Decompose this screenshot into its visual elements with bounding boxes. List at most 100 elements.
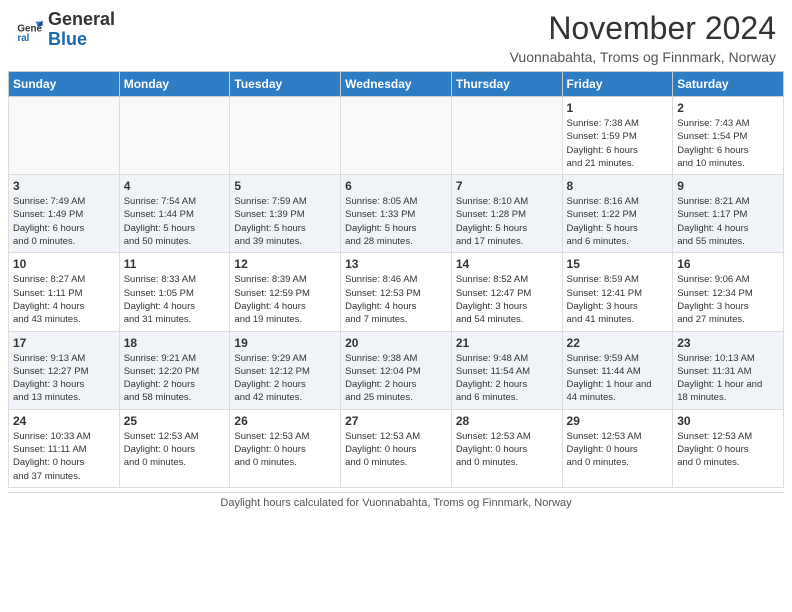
day-info: Sunrise: 8:39 AM Sunset: 12:59 PM Daylig…	[234, 273, 336, 326]
day-info: Sunset: 12:53 AM Daylight: 0 hours and 0…	[345, 430, 447, 470]
day-number: 16	[677, 257, 779, 271]
day-info: Sunset: 12:53 AM Daylight: 0 hours and 0…	[456, 430, 558, 470]
day-info: Sunset: 12:53 AM Daylight: 0 hours and 0…	[677, 430, 779, 470]
day-number: 27	[345, 414, 447, 428]
table-row: 6 Sunrise: 8:05 AM Sunset: 1:33 PM Daylig…	[341, 175, 452, 253]
calendar-week-row: 10Sunrise: 8:27 AM Sunset: 1:11 PM Dayli…	[9, 253, 784, 331]
logo: Gene ral General Blue	[16, 10, 115, 50]
svg-text:ral: ral	[17, 33, 29, 44]
logo-icon: Gene ral	[16, 16, 44, 44]
table-row: 19Sunrise: 9:29 AM Sunset: 12:12 PM Dayl…	[230, 331, 341, 409]
day-info: Sunset: 12:53 AM Daylight: 0 hours and 0…	[567, 430, 669, 470]
table-row: 20 Sunrise: 9:38 AM Sunset: 12:04 PM Dayl…	[341, 331, 452, 409]
day-number: 23	[677, 336, 779, 350]
day-number: 7	[456, 179, 558, 193]
calendar-week-row: 24 Sunrise: 10:33 AM Sunset: 11:11 AM Day…	[9, 409, 784, 487]
table-row: 22 Sunrise: 9:59 AM Sunset: 11:44 AM Dayl…	[562, 331, 673, 409]
day-info: Sunrise: 8:05 AM Sunset: 1:33 PM Dayligh…	[345, 195, 447, 248]
table-row: 8 Sunrise: 8:16 AM Sunset: 1:22 PM Daylig…	[562, 175, 673, 253]
table-row: 21Sunrise: 9:48 AM Sunset: 11:54 AM Dayl…	[451, 331, 562, 409]
col-thursday: Thursday	[451, 72, 562, 97]
day-info: Sunrise: 8:10 AM Sunset: 1:28 PM Dayligh…	[456, 195, 558, 248]
day-info: Sunrise: 10:33 AM Sunset: 11:11 AM Dayli…	[13, 430, 115, 483]
table-row: 3Sunrise: 7:49 AM Sunset: 1:49 PM Daylig…	[9, 175, 120, 253]
calendar-week-row: 3Sunrise: 7:49 AM Sunset: 1:49 PM Daylig…	[9, 175, 784, 253]
table-row: 30 Sunset: 12:53 AM Daylight: 0 hours and…	[673, 409, 784, 487]
footer-note1: Daylight hours calculated for Vuonnabaht…	[220, 497, 571, 509]
day-info: Sunrise: 7:43 AM Sunset: 1:54 PM Dayligh…	[677, 117, 779, 170]
day-number: 17	[13, 336, 115, 350]
day-info: Sunrise: 7:54 AM Sunset: 1:44 PM Dayligh…	[124, 195, 226, 248]
day-number: 3	[13, 179, 115, 193]
page-header: Gene ral General Blue November 2024 Vuon…	[0, 0, 792, 71]
logo-text: General Blue	[48, 10, 115, 50]
table-row: 7 Sunrise: 8:10 AM Sunset: 1:28 PM Daylig…	[451, 175, 562, 253]
day-number: 11	[124, 257, 226, 271]
table-row: 15Sunrise: 8:59 AM Sunset: 12:41 PM Dayl…	[562, 253, 673, 331]
day-number: 10	[13, 257, 115, 271]
table-row	[451, 97, 562, 175]
day-number: 9	[677, 179, 779, 193]
col-wednesday: Wednesday	[341, 72, 452, 97]
table-row: 25Sunset: 12:53 AM Daylight: 0 hours and…	[119, 409, 230, 487]
day-number: 20	[345, 336, 447, 350]
table-row: 29Sunset: 12:53 AM Daylight: 0 hours and…	[562, 409, 673, 487]
day-number: 4	[124, 179, 226, 193]
day-number: 6	[345, 179, 447, 193]
table-row	[9, 97, 120, 175]
table-row: 16 Sunrise: 9:06 AM Sunset: 12:34 PM Dayl…	[673, 253, 784, 331]
title-block: November 2024 Vuonnabahta, Troms og Finn…	[510, 10, 776, 65]
day-info: Sunrise: 8:46 AM Sunset: 12:53 PM Daylig…	[345, 273, 447, 326]
table-row: 5 Sunrise: 7:59 AM Sunset: 1:39 PM Daylig…	[230, 175, 341, 253]
day-info: Sunrise: 9:13 AM Sunset: 12:27 PM Daylig…	[13, 352, 115, 405]
day-number: 24	[13, 414, 115, 428]
table-row: 12 Sunrise: 8:39 AM Sunset: 12:59 PM Dayl…	[230, 253, 341, 331]
day-number: 22	[567, 336, 669, 350]
day-number: 1	[567, 101, 669, 115]
day-info: Sunrise: 8:52 AM Sunset: 12:47 PM Daylig…	[456, 273, 558, 326]
col-sunday: Sunday	[9, 72, 120, 97]
calendar-header-row: Sunday Monday Tuesday Wednesday Thursday…	[9, 72, 784, 97]
table-row: 2Sunrise: 7:43 AM Sunset: 1:54 PM Daylig…	[673, 97, 784, 175]
day-info: Sunrise: 7:59 AM Sunset: 1:39 PM Dayligh…	[234, 195, 336, 248]
col-saturday: Saturday	[673, 72, 784, 97]
day-info: Sunrise: 9:38 AM Sunset: 12:04 PM Daylig…	[345, 352, 447, 405]
day-info: Sunset: 12:53 AM Daylight: 0 hours and 0…	[234, 430, 336, 470]
day-info: Sunrise: 9:21 AM Sunset: 12:20 PM Daylig…	[124, 352, 226, 405]
calendar-week-row: 17 Sunrise: 9:13 AM Sunset: 12:27 PM Dayl…	[9, 331, 784, 409]
table-row	[119, 97, 230, 175]
col-monday: Monday	[119, 72, 230, 97]
logo-blue: Blue	[48, 29, 87, 49]
location-subtitle: Vuonnabahta, Troms og Finnmark, Norway	[510, 49, 776, 65]
day-number: 26	[234, 414, 336, 428]
table-row: 13Sunrise: 8:46 AM Sunset: 12:53 PM Dayl…	[341, 253, 452, 331]
day-number: 12	[234, 257, 336, 271]
day-number: 8	[567, 179, 669, 193]
day-info: Sunrise: 7:38 AM Sunset: 1:59 PM Dayligh…	[567, 117, 669, 170]
day-info: Sunrise: 9:48 AM Sunset: 11:54 AM Daylig…	[456, 352, 558, 405]
table-row: 10Sunrise: 8:27 AM Sunset: 1:11 PM Dayli…	[9, 253, 120, 331]
day-info: Sunset: 12:53 AM Daylight: 0 hours and 0…	[124, 430, 226, 470]
calendar-week-row: 1 Sunrise: 7:38 AM Sunset: 1:59 PM Daylig…	[9, 97, 784, 175]
day-info: Sunrise: 9:59 AM Sunset: 11:44 AM Daylig…	[567, 352, 669, 405]
day-number: 14	[456, 257, 558, 271]
table-row: 11Sunrise: 8:33 AM Sunset: 1:05 PM Dayli…	[119, 253, 230, 331]
table-row: 23 Sunrise: 10:13 AM Sunset: 11:31 AM Day…	[673, 331, 784, 409]
day-number: 28	[456, 414, 558, 428]
day-info: Sunrise: 8:16 AM Sunset: 1:22 PM Dayligh…	[567, 195, 669, 248]
day-info: Sunrise: 9:06 AM Sunset: 12:34 PM Daylig…	[677, 273, 779, 326]
table-row: 26 Sunset: 12:53 AM Daylight: 0 hours and…	[230, 409, 341, 487]
month-title: November 2024	[510, 10, 776, 47]
logo-general: General	[48, 9, 115, 29]
day-number: 15	[567, 257, 669, 271]
table-row	[230, 97, 341, 175]
table-row: 14 Sunrise: 8:52 AM Sunset: 12:47 PM Dayl…	[451, 253, 562, 331]
day-info: Sunrise: 10:13 AM Sunset: 11:31 AM Dayli…	[677, 352, 779, 405]
table-row: 1 Sunrise: 7:38 AM Sunset: 1:59 PM Daylig…	[562, 97, 673, 175]
table-row	[341, 97, 452, 175]
table-row: 18Sunrise: 9:21 AM Sunset: 12:20 PM Dayl…	[119, 331, 230, 409]
table-row: 9Sunrise: 8:21 AM Sunset: 1:17 PM Daylig…	[673, 175, 784, 253]
table-row: 28 Sunset: 12:53 AM Daylight: 0 hours and…	[451, 409, 562, 487]
day-number: 30	[677, 414, 779, 428]
day-number: 5	[234, 179, 336, 193]
